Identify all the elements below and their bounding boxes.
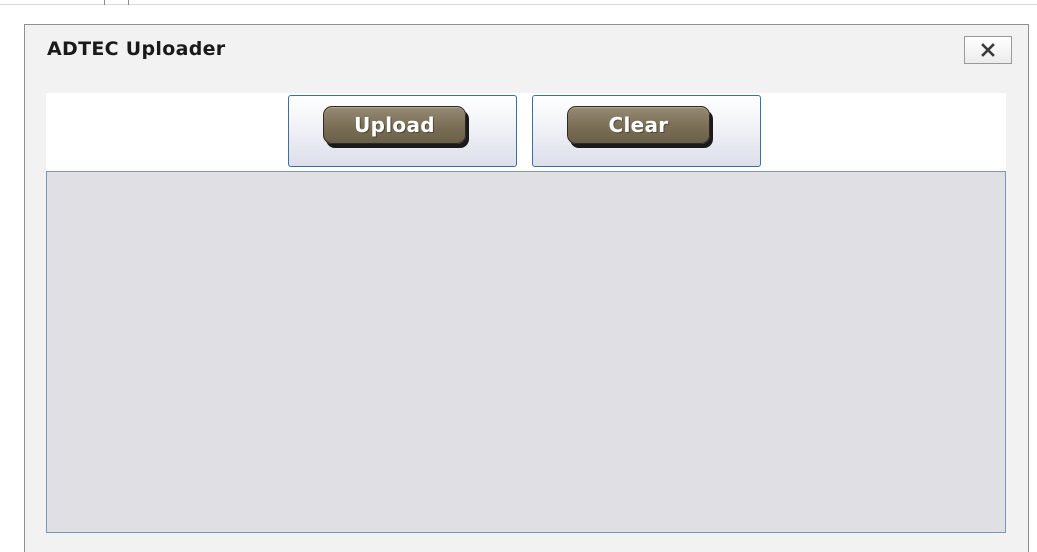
uploader-dialog: ADTEC Uploader Upload Clear: [24, 24, 1029, 552]
dialog-title: ADTEC Uploader: [47, 38, 226, 60]
upload-button-frame[interactable]: Upload: [288, 95, 517, 167]
clear-button-label: Clear: [608, 113, 669, 137]
upload-button-label: Upload: [354, 113, 435, 137]
file-drop-area[interactable]: [46, 171, 1006, 533]
uploader-toolbar: Upload Clear: [46, 93, 1006, 170]
clear-button[interactable]: Clear: [567, 106, 710, 144]
dialog-titlebar[interactable]: ADTEC Uploader: [25, 25, 1028, 75]
upload-button[interactable]: Upload: [323, 106, 466, 144]
top-divider: [0, 4, 1037, 5]
top-divider-tick: [104, 0, 105, 5]
top-divider-tick: [128, 0, 129, 5]
close-icon: [981, 43, 995, 57]
page: ADTEC Uploader Upload Clear: [0, 0, 1037, 552]
close-button[interactable]: [964, 36, 1012, 64]
uploader-panel: Upload Clear: [46, 93, 1006, 533]
clear-button-frame[interactable]: Clear: [532, 95, 761, 167]
